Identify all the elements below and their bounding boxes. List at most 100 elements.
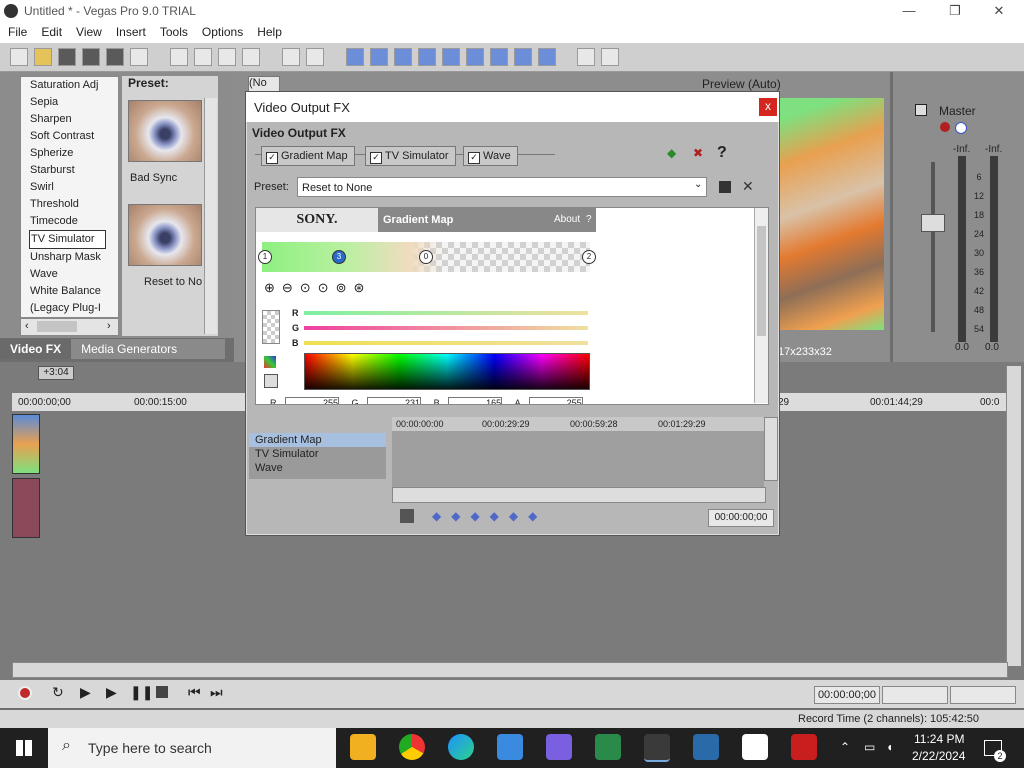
keyframe-ruler[interactable]: 00:00:00:00 00:00:29:29 00:00:59:28 00:0… bbox=[392, 417, 764, 431]
menu-help[interactable]: Help bbox=[249, 22, 288, 39]
save-preset-icon[interactable] bbox=[719, 181, 731, 193]
loop-icon[interactable]: ↻ bbox=[52, 684, 64, 701]
preset-name[interactable]: Reset to No bbox=[144, 276, 204, 288]
fx-chain-item[interactable]: ✓ Wave bbox=[463, 146, 518, 166]
maximize-button[interactable]: ❐ bbox=[932, 0, 978, 22]
lock-envelopes-icon[interactable] bbox=[514, 48, 533, 66]
network-icon[interactable]: ▭ bbox=[864, 740, 875, 754]
preview-quality-dropdown[interactable]: Preview (Auto) bbox=[702, 77, 781, 91]
master-fader-handle[interactable] bbox=[921, 214, 945, 232]
track-item[interactable]: TV Simulator bbox=[249, 447, 386, 461]
tab-media-generators[interactable]: Media Generators bbox=[71, 339, 187, 359]
delete-icon[interactable] bbox=[242, 48, 261, 66]
close-button[interactable]: ✕ bbox=[976, 0, 1022, 22]
help-icon[interactable]: ? bbox=[717, 144, 727, 162]
save-icon[interactable] bbox=[58, 48, 77, 66]
master-mute-icon[interactable] bbox=[955, 122, 967, 134]
taskbar-search[interactable]: ⌕ Type here to search bbox=[48, 728, 336, 768]
fx-chain-item[interactable]: ✓ Gradient Map bbox=[261, 146, 355, 166]
slider-r[interactable] bbox=[304, 311, 588, 315]
clock-time[interactable]: 11:24 PM bbox=[914, 732, 964, 746]
menu-edit[interactable]: Edit bbox=[33, 22, 68, 39]
color-value-fields[interactable]: R 255 G 231 B 165 A 255 bbox=[270, 397, 583, 404]
undo-icon[interactable] bbox=[282, 48, 301, 66]
render-icon[interactable] bbox=[106, 48, 125, 66]
normal-edit-tool-icon[interactable] bbox=[346, 48, 365, 66]
plugin-vscrollbar[interactable] bbox=[754, 208, 768, 403]
keyframe-vscrollbar[interactable] bbox=[764, 417, 778, 481]
7zip-icon[interactable] bbox=[742, 734, 768, 760]
app-icon[interactable] bbox=[791, 734, 817, 760]
volume-icon[interactable]: ◖ bbox=[886, 740, 893, 754]
chrome-icon[interactable] bbox=[399, 734, 425, 760]
tab-video-fx[interactable]: Video FX bbox=[0, 339, 72, 359]
fx-chain-item[interactable]: ✓ TV Simulator bbox=[365, 146, 456, 166]
whats-this-help-icon[interactable] bbox=[600, 48, 619, 66]
menu-options[interactable]: Options bbox=[194, 22, 249, 39]
scroll-left-icon[interactable]: ‹ bbox=[25, 320, 29, 332]
auto-ripple-icon[interactable] bbox=[442, 48, 461, 66]
add-plugin-icon[interactable]: ◆ bbox=[667, 146, 676, 160]
virtualbox-icon[interactable] bbox=[693, 734, 719, 760]
dialog-preset-dropdown[interactable]: Reset to None bbox=[297, 177, 707, 197]
gradient-tool-buttons[interactable]: ⊕⊖⊙⊙⊚⊛ bbox=[264, 280, 371, 296]
new-project-icon[interactable] bbox=[10, 48, 29, 66]
track-item[interactable]: Wave bbox=[249, 461, 386, 475]
preset-thumbnail[interactable] bbox=[128, 100, 202, 162]
gradient-stop[interactable]: 2 bbox=[582, 250, 596, 264]
list-item[interactable]: Swirl bbox=[21, 179, 118, 196]
remove-plugin-icon[interactable]: ✖ bbox=[693, 146, 703, 160]
open-folder-icon[interactable] bbox=[34, 48, 53, 66]
delete-preset-icon[interactable]: ✕ bbox=[742, 178, 754, 195]
edge-icon[interactable] bbox=[448, 734, 474, 760]
menu-file[interactable]: File bbox=[0, 22, 33, 39]
tray-chevron-icon[interactable]: ⌃ bbox=[840, 740, 850, 754]
keyframe-timeline[interactable]: 00:00:00:00 00:00:29:29 00:00:59:28 00:0… bbox=[392, 417, 764, 497]
properties-icon[interactable] bbox=[130, 48, 149, 66]
preset-name[interactable]: Bad Sync bbox=[130, 172, 204, 184]
scroll-right-icon[interactable]: › bbox=[107, 320, 111, 332]
menu-tools[interactable]: Tools bbox=[152, 22, 194, 39]
checkbox[interactable]: ✓ bbox=[266, 152, 278, 164]
solitaire-icon[interactable] bbox=[595, 734, 621, 760]
timeline-vscrollbar[interactable] bbox=[1006, 366, 1021, 666]
about-help-icon[interactable]: ? bbox=[586, 214, 592, 225]
cut-icon[interactable] bbox=[170, 48, 189, 66]
gradient-stop-selected[interactable]: 3 bbox=[332, 250, 346, 264]
paste-icon[interactable] bbox=[218, 48, 237, 66]
checkbox[interactable]: ✓ bbox=[370, 152, 382, 164]
preset-thumbnail[interactable] bbox=[128, 204, 202, 266]
list-item[interactable]: Saturation Adj bbox=[21, 77, 118, 94]
photos-icon[interactable] bbox=[497, 734, 523, 760]
envelope-tool-icon[interactable] bbox=[370, 48, 389, 66]
gradient-stop[interactable]: 0 bbox=[419, 250, 433, 264]
preset-vscrollbar[interactable] bbox=[204, 98, 217, 334]
audio-event-clip[interactable] bbox=[12, 478, 40, 538]
list-item[interactable]: Starburst bbox=[21, 162, 118, 179]
fx-list-hscrollbar[interactable]: ‹ › bbox=[20, 318, 119, 336]
vegas-taskbar-icon[interactable] bbox=[644, 734, 670, 762]
eyedropper-icon[interactable] bbox=[264, 374, 278, 388]
go-to-start-icon[interactable]: ⏮ bbox=[188, 684, 201, 701]
color-picker[interactable] bbox=[304, 353, 590, 390]
file-explorer-icon[interactable] bbox=[350, 734, 376, 760]
play-icon[interactable]: ▶ bbox=[106, 684, 117, 701]
keyframe-hscrollbar[interactable] bbox=[392, 487, 766, 503]
list-item[interactable]: Threshold bbox=[21, 196, 118, 213]
go-to-end-icon[interactable]: ⏭ bbox=[210, 684, 223, 701]
track-item[interactable]: Gradient Map bbox=[249, 433, 386, 447]
stop-icon[interactable] bbox=[156, 686, 168, 698]
scroll-thumb[interactable] bbox=[37, 321, 77, 332]
selection-tool-icon[interactable] bbox=[394, 48, 413, 66]
list-item[interactable]: Unsharp Mask bbox=[21, 249, 118, 266]
about-link[interactable]: About bbox=[554, 214, 580, 225]
windows-start-icon[interactable] bbox=[16, 740, 32, 756]
list-item[interactable]: Soft Contrast bbox=[21, 128, 118, 145]
keyframe-nav-icons[interactable]: ◆◆◆◆◆◆ bbox=[432, 509, 547, 523]
pause-icon[interactable]: ❚❚ bbox=[130, 684, 153, 701]
list-item[interactable]: Timecode bbox=[21, 213, 118, 230]
list-item[interactable]: Spherize bbox=[21, 145, 118, 162]
auto-crossfade-icon[interactable] bbox=[490, 48, 509, 66]
copy-icon[interactable] bbox=[194, 48, 213, 66]
video-event-clip[interactable] bbox=[12, 414, 40, 474]
